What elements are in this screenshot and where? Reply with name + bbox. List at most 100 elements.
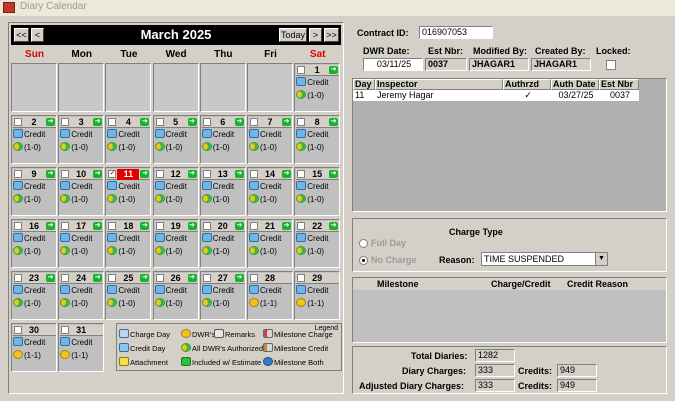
calendar-day-cell[interactable]: 3 ➜ Credit (1-0)	[58, 115, 105, 164]
day-number[interactable]: 25	[117, 273, 139, 284]
day-number[interactable]: 27	[212, 273, 234, 284]
day-checkbox[interactable]	[155, 222, 164, 230]
calendar-day-cell[interactable]: 15 ➜ Credit (1-0)	[294, 167, 341, 216]
credit-day-entry[interactable]: Credit	[296, 129, 329, 140]
dwr-entry[interactable]: (1-0)	[60, 194, 88, 205]
credit-day-entry[interactable]: Credit	[60, 337, 93, 348]
calendar-day-cell[interactable]: 24 ➜ Credit (1-0)	[58, 271, 105, 320]
day-checkbox[interactable]	[202, 274, 211, 282]
day-number[interactable]: 9	[23, 169, 45, 180]
day-checkbox[interactable]	[108, 168, 117, 178]
credit-day-entry[interactable]: Credit	[249, 129, 281, 140]
day-checkbox[interactable]	[61, 118, 70, 126]
dwr-entry[interactable]: (1-1)	[249, 298, 277, 309]
dwr-entry[interactable]: (1-0)	[296, 194, 324, 205]
day-number[interactable]: 11	[117, 169, 140, 180]
today-button[interactable]: Today	[279, 28, 307, 42]
credit-day-entry[interactable]: Credit	[296, 77, 329, 88]
dwr-entry[interactable]: (1-0)	[154, 194, 182, 205]
day-number[interactable]: 6	[212, 117, 234, 128]
day-checkbox[interactable]	[14, 170, 22, 178]
calendar-day-cell[interactable]: 27 ➜ Credit (1-0)	[199, 271, 246, 320]
dwr-entry[interactable]: (1-0)	[249, 194, 277, 205]
day-checkbox[interactable]	[297, 222, 306, 230]
calendar-day-cell[interactable]: 5 ➜ Credit (1-0)	[152, 115, 199, 164]
credit-day-entry[interactable]: Credit	[107, 181, 140, 192]
day-number[interactable]: 26	[165, 273, 187, 284]
dwr-entry[interactable]: (1-0)	[201, 142, 230, 153]
reason-select[interactable]: TIME SUSPENDED ▼	[481, 252, 608, 266]
day-number[interactable]: 18	[117, 221, 139, 232]
calendar-day-cell[interactable]: 26 ➜ Credit (1-0)	[152, 271, 199, 320]
dwr-entry[interactable]: (1-0)	[201, 298, 230, 309]
cell-authorized[interactable]: ✓	[503, 90, 551, 101]
col-credit-reason[interactable]: Credit Reason	[567, 279, 628, 289]
calendar-day-cell[interactable]: 7 ➜ Credit (1-0)	[247, 115, 293, 164]
dwr-entry[interactable]: (1-1)	[60, 350, 88, 361]
calendar-day-cell[interactable]: 31 Credit (1-1)	[58, 323, 105, 372]
calendar-day-cell[interactable]: 2 ➜ Credit (1-0)	[11, 115, 57, 164]
day-number[interactable]: 1	[306, 65, 328, 76]
day-checkbox[interactable]	[108, 118, 117, 126]
dwr-entry[interactable]: (1-0)	[107, 246, 135, 257]
day-checkbox[interactable]	[202, 222, 211, 230]
credit-day-entry[interactable]: Credit	[154, 129, 187, 140]
day-checkbox[interactable]	[108, 274, 117, 282]
credit-day-entry[interactable]: Credit	[60, 181, 93, 192]
calendar-day-cell[interactable]: 29 Credit (1-1)	[294, 271, 341, 320]
day-checkbox[interactable]	[14, 118, 22, 126]
first-month-button[interactable]: <<	[14, 28, 29, 42]
day-checkbox[interactable]	[14, 326, 22, 334]
credit-day-entry[interactable]: Credit	[201, 285, 234, 296]
credit-day-entry[interactable]: Credit	[249, 181, 281, 192]
day-number[interactable]: 3	[70, 117, 92, 128]
credit-day-entry[interactable]: Credit	[107, 285, 140, 296]
col-charge-credit[interactable]: Charge/Credit	[491, 279, 551, 289]
calendar-day-cell[interactable]: 25 ➜ Credit (1-0)	[105, 271, 152, 320]
day-checkbox[interactable]	[14, 222, 22, 230]
calendar-day-cell[interactable]: 18 ➜ Credit (1-0)	[105, 219, 152, 268]
day-number[interactable]: 8	[306, 117, 328, 128]
day-checkbox[interactable]	[61, 274, 70, 282]
day-checkbox[interactable]	[61, 326, 70, 334]
day-number[interactable]: 24	[70, 273, 92, 284]
dwr-entry[interactable]: (1-0)	[249, 142, 277, 153]
day-number[interactable]: 15	[306, 169, 328, 180]
day-number[interactable]: 30	[23, 325, 45, 336]
calendar-day-cell[interactable]: 12 ➜ Credit (1-0)	[152, 167, 199, 216]
calendar-day-cell[interactable]: 13 ➜ Credit (1-0)	[199, 167, 246, 216]
col-authorized[interactable]: Authrzd	[503, 79, 551, 90]
day-number[interactable]: 22	[306, 221, 328, 232]
calendar-day-cell[interactable]: 30 Credit (1-1)	[11, 323, 57, 372]
dwr-entry[interactable]: (1-1)	[13, 350, 41, 361]
day-checkbox[interactable]	[297, 170, 306, 178]
day-number[interactable]: 13	[212, 169, 234, 180]
credit-day-entry[interactable]: Credit	[13, 129, 45, 140]
credit-day-entry[interactable]: Credit	[154, 181, 187, 192]
col-day[interactable]: Day	[353, 79, 375, 90]
dwr-entry[interactable]: (1-0)	[13, 194, 41, 205]
day-checkbox[interactable]	[297, 274, 306, 282]
day-number[interactable]: 17	[70, 221, 92, 232]
day-checkbox[interactable]	[297, 66, 306, 74]
day-checkbox[interactable]	[155, 170, 164, 178]
day-number[interactable]: 4	[117, 117, 139, 128]
day-number[interactable]: 21	[259, 221, 281, 232]
dwr-entry[interactable]: (1-1)	[296, 298, 324, 309]
dwr-entry[interactable]: (1-0)	[60, 298, 88, 309]
day-checkbox[interactable]	[61, 222, 70, 230]
credit-day-entry[interactable]: Credit	[201, 129, 234, 140]
dwr-entry[interactable]: (1-0)	[107, 298, 135, 309]
calendar-day-cell[interactable]: 23 ➜ Credit (1-0)	[11, 271, 57, 320]
day-number[interactable]: 16	[23, 221, 45, 232]
credit-day-entry[interactable]: Credit	[107, 129, 140, 140]
dwr-entry[interactable]: (1-0)	[296, 90, 324, 101]
day-checkbox[interactable]	[250, 170, 258, 178]
credit-day-entry[interactable]: Credit	[60, 129, 93, 140]
day-checkbox[interactable]	[297, 118, 306, 126]
calendar-day-cell[interactable]: 28 Credit (1-1)	[247, 271, 293, 320]
calendar-day-cell[interactable]: 20 ➜ Credit (1-0)	[199, 219, 246, 268]
day-number[interactable]: 14	[259, 169, 281, 180]
contract-id-field[interactable]: 016907053	[419, 26, 493, 39]
calendar-day-cell[interactable]: 11➜Credit(1-0)	[105, 167, 152, 216]
